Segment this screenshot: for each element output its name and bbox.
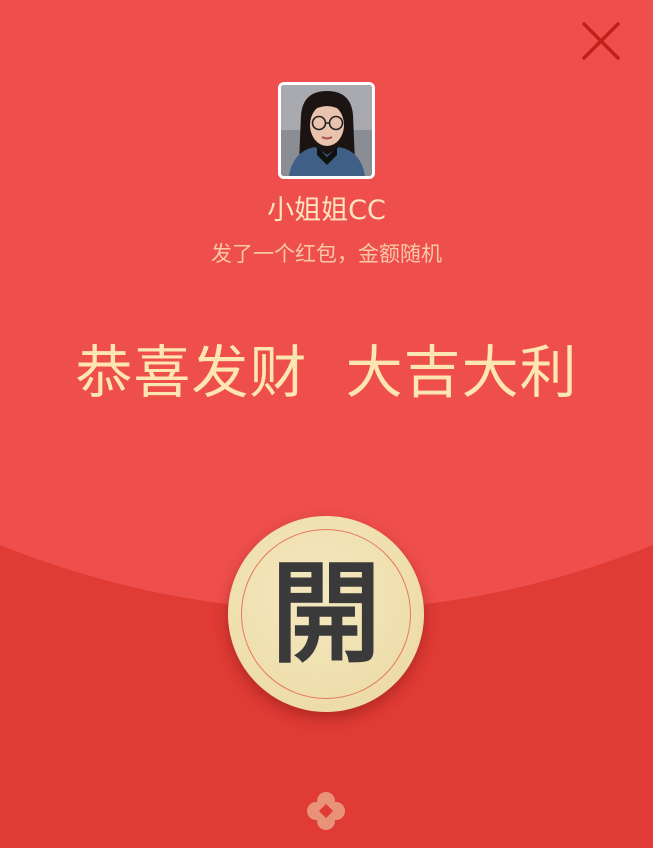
sender-name: 小姐姐CC [267,195,386,226]
avatar-photo [281,85,372,176]
open-button-label: 開 [271,550,381,678]
red-envelope: 小姐姐CC 发了一个红包，金额随机 恭喜发财 大吉大利 開 [0,0,653,848]
red-packet-logo-icon [307,792,345,830]
open-button[interactable]: 開 [228,516,424,712]
greeting-message: 恭喜发财 大吉大利 [75,340,578,406]
sender-subtitle: 发了一个红包，金额随机 [211,242,442,266]
close-button[interactable] [578,18,624,64]
sender-avatar [278,82,375,179]
close-icon [582,22,620,60]
